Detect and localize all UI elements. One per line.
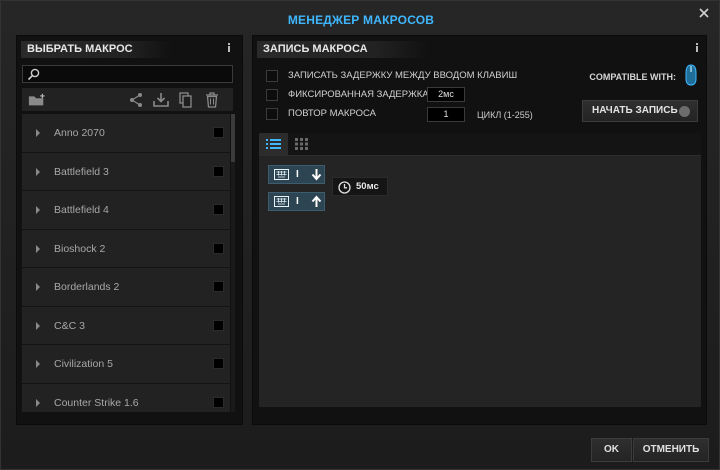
copy-icon[interactable] — [177, 92, 195, 108]
arrow-down-icon — [311, 169, 322, 181]
macro-checkbox[interactable] — [213, 204, 224, 215]
repeat-checkbox[interactable] — [266, 108, 278, 120]
chevron-right-icon[interactable] — [35, 244, 41, 253]
macro-toolbar — [22, 88, 233, 112]
macro-checkbox[interactable] — [213, 165, 224, 177]
repeat-count-input[interactable]: 1 — [427, 107, 465, 122]
mouse-icon — [685, 64, 697, 86]
macro-list-item[interactable]: Counter Strike 1.6 — [22, 383, 230, 412]
macro-manager-window: МЕНЕДЖЕР МАКРОСОВ ВЫБРАТЬ МАКРОС Anno 20… — [0, 0, 720, 470]
search-input[interactable] — [45, 67, 230, 81]
macro-list-item[interactable]: Battlefield 3 — [22, 152, 230, 191]
key-name: I — [296, 196, 299, 207]
key-name: I — [296, 169, 299, 180]
select-macro-panel: ВЫБРАТЬ МАКРОС Anno 2070 Battlefield 3 B… — [16, 35, 243, 425]
tab-grid-view[interactable] — [288, 133, 317, 155]
info-icon[interactable] — [225, 42, 233, 54]
chevron-right-icon[interactable] — [35, 206, 41, 214]
record-macro-panel: ЗАПИСЬ МАКРОСА ЗАПИСАТЬ ЗАДЕРЖКУ МЕЖДУ В… — [252, 35, 707, 425]
delay-event[interactable]: 50мс — [332, 177, 388, 196]
macro-label: Counter Strike 1.6 — [54, 396, 139, 409]
macro-label: Borderlands 2 — [54, 281, 120, 293]
ok-button[interactable]: OK — [591, 438, 632, 462]
key-down-event[interactable]: I — [268, 165, 325, 184]
macro-editor[interactable]: I I 50мс — [259, 155, 701, 407]
download-icon[interactable] — [152, 92, 170, 108]
list-view-icon — [266, 139, 281, 149]
clock-icon — [338, 181, 351, 194]
keyboard-icon — [274, 169, 289, 180]
macro-label: Battlefield 3 — [54, 165, 109, 178]
cycle-range-label: ЦИКЛ (1-255) — [477, 110, 533, 120]
close-icon[interactable] — [696, 5, 712, 21]
record-macro-header: ЗАПИСЬ МАКРОСА — [257, 41, 427, 58]
chevron-right-icon[interactable] — [35, 129, 41, 137]
keyboard-icon — [274, 196, 289, 207]
share-icon[interactable] — [127, 92, 145, 108]
chevron-right-icon[interactable] — [35, 321, 41, 330]
search-icon — [27, 68, 40, 81]
chevron-right-icon[interactable] — [35, 167, 41, 176]
macro-checkbox[interactable] — [213, 127, 224, 138]
macro-label: Battlefield 4 — [54, 204, 109, 216]
record-delay-label: ЗАПИСАТЬ ЗАДЕРЖКУ МЕЖДУ ВВОДОМ КЛАВИШ — [288, 70, 518, 81]
macro-checkbox[interactable] — [213, 396, 224, 408]
fixed-delay-input[interactable]: 2мс — [427, 87, 465, 102]
start-recording-button[interactable]: НАЧАТЬ ЗАПИСЬ — [582, 100, 698, 122]
record-indicator-icon — [679, 106, 690, 117]
trash-icon[interactable] — [203, 92, 221, 108]
macro-list-item[interactable]: Anno 2070 — [22, 114, 230, 153]
fixed-delay-checkbox[interactable] — [266, 89, 278, 101]
cancel-button[interactable]: ОТМЕНИТЬ — [633, 438, 709, 462]
macro-checkbox[interactable] — [213, 358, 224, 369]
chevron-right-icon[interactable] — [35, 360, 41, 368]
window-title: МЕНЕДЖЕР МАКРОСОВ — [287, 13, 435, 27]
macro-label: Anno 2070 — [54, 127, 105, 139]
select-macro-header: ВЫБРАТЬ МАКРОС — [21, 41, 171, 58]
search-field[interactable] — [22, 65, 233, 83]
grid-view-icon — [295, 138, 308, 150]
info-icon[interactable] — [693, 42, 701, 54]
macro-list-item[interactable]: Battlefield 4 — [22, 191, 230, 230]
fixed-delay-label: ФИКСИРОВАННАЯ ЗАДЕРЖКА — [288, 89, 429, 100]
macro-list-item[interactable]: Borderlands 2 — [22, 268, 230, 307]
macro-list-scrollbar[interactable] — [231, 114, 235, 412]
macro-checkbox[interactable] — [213, 281, 224, 292]
macro-list: Anno 2070 Battlefield 3 Battlefield 4 Bi… — [22, 114, 230, 412]
view-tabs — [259, 133, 701, 155]
macro-checkbox[interactable] — [213, 242, 224, 254]
key-up-event[interactable]: I — [268, 192, 325, 211]
scrollbar-thumb[interactable] — [231, 114, 235, 162]
start-recording-label: НАЧАТЬ ЗАПИСЬ — [592, 105, 678, 116]
macro-list-item[interactable]: C&C 3 — [22, 306, 230, 345]
macro-label: C&C 3 — [54, 319, 85, 332]
macro-checkbox[interactable] — [213, 319, 224, 331]
repeat-label: ПОВТОР МАКРОСА — [288, 108, 376, 119]
tab-list-view[interactable] — [259, 133, 288, 155]
new-folder-icon[interactable] — [28, 92, 46, 108]
arrow-up-icon — [311, 195, 322, 207]
compatible-with-label: COMPATIBLE WITH: — [589, 72, 676, 82]
macro-label: Bioshock 2 — [54, 242, 106, 255]
macro-list-item[interactable]: Civilization 5 — [22, 345, 230, 384]
macro-list-item[interactable]: Bioshock 2 — [22, 229, 230, 268]
delay-value: 50мс — [356, 181, 379, 192]
chevron-right-icon[interactable] — [35, 283, 41, 291]
chevron-right-icon[interactable] — [35, 398, 41, 407]
macro-label: Civilization 5 — [54, 358, 113, 370]
record-delay-checkbox[interactable] — [266, 70, 278, 82]
